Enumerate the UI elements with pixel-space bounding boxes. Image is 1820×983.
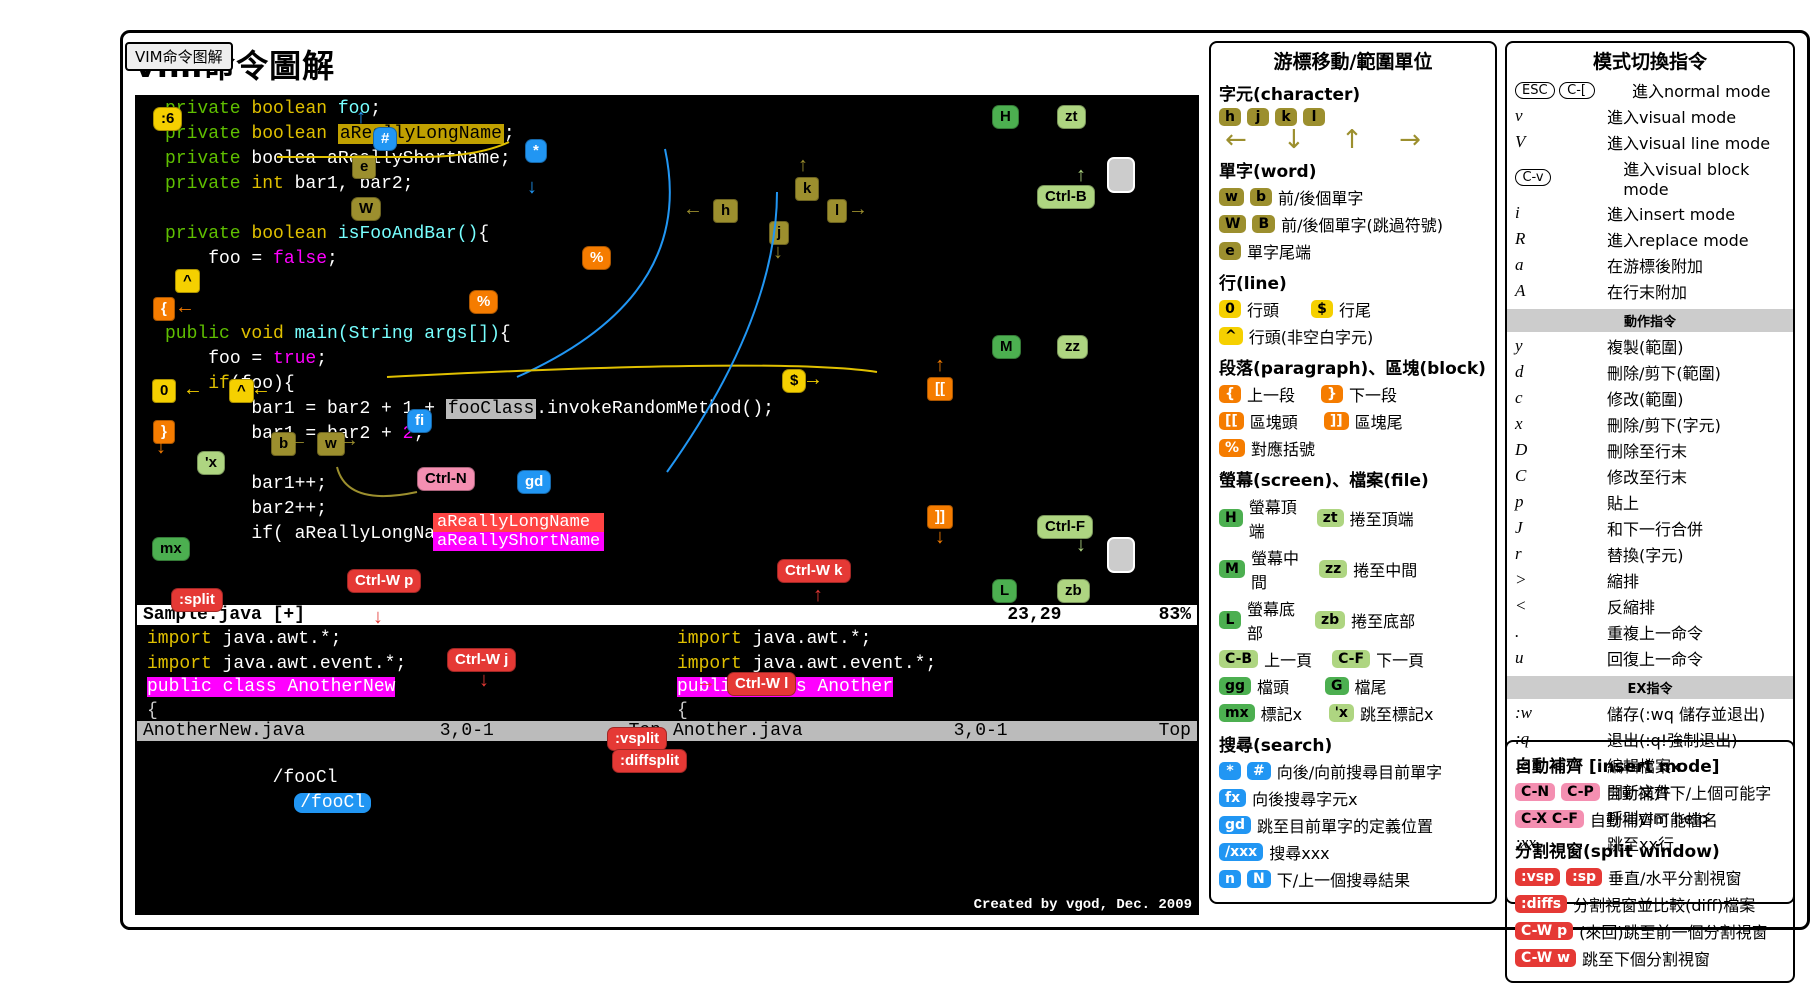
arrow-icon: → <box>343 430 355 453</box>
arrow-icon: ← <box>187 379 199 402</box>
code-line: bar1++; <box>137 472 1197 497</box>
arrow-icon: ↑ <box>1075 165 1087 188</box>
code-line: foo = true; <box>137 347 1197 372</box>
code-line <box>137 272 1197 297</box>
arrow-icon: ↓ <box>526 177 538 200</box>
status-left: AnotherNew.java3,0-1Top <box>137 721 667 741</box>
key-badge-W: W <box>351 197 381 221</box>
key-badge-h: h <box>713 199 738 223</box>
arrow-icon: ↑ <box>812 585 824 608</box>
key-badge-: ]] <box>927 505 953 529</box>
key-badge-M: M <box>992 335 1021 359</box>
arrow-icon: ↑ <box>797 155 809 178</box>
key-badge-6: :6 <box>153 107 182 131</box>
status-right: Another.java3,0-1Top <box>667 721 1197 741</box>
arrow-icon: ← <box>687 199 699 222</box>
key-badge-: * <box>525 139 547 163</box>
search-hint: /fooCl <box>294 793 371 813</box>
panel-autocomplete: 自動補齊 [insert mode] C-NC-P自動補齊下/上個可能字C-X … <box>1505 740 1795 983</box>
key-badge-H: H <box>992 105 1019 129</box>
key-badge-zt: zt <box>1057 105 1086 129</box>
key-h: h <box>1219 108 1241 126</box>
code-line: private boolean aReallyLongName; <box>137 122 1197 147</box>
code-line <box>137 297 1197 322</box>
key-badge-: % <box>582 246 611 270</box>
key-k: k <box>1275 108 1297 126</box>
key-badge-: $ <box>782 369 806 393</box>
key-badge-CtrlWp: Ctrl-W p <box>347 569 421 593</box>
key-badge-diffsplit: :diffsplit <box>612 749 687 773</box>
screen-edge-icon <box>1107 157 1135 193</box>
autocomplete-popup: aReallyLongName aReallyShortName <box>433 513 604 551</box>
key-badge-CtrlB: Ctrl-B <box>1037 185 1095 209</box>
key-badge-CtrlN: Ctrl-N <box>417 467 475 491</box>
main-frame: vim命令圖解 private boolean foo;private bool… <box>120 30 1810 930</box>
split-right: import java.awt.*;import java.awt.event.… <box>667 627 1197 677</box>
key-badge-x: 'x <box>197 451 225 475</box>
arrow-icon: ↓ <box>372 607 384 630</box>
arrow-icon: → <box>700 672 712 695</box>
diff-line-left: public class AnotherNew <box>147 677 395 697</box>
key-e: e <box>1219 242 1241 260</box>
arrow-icon: ← <box>292 430 304 453</box>
key-badge-: ^ <box>229 379 254 403</box>
code-line: private boolean foo; <box>137 97 1197 122</box>
code-editor: private boolean foo;private boolean aRea… <box>135 95 1199 915</box>
key-badge-w: w <box>317 432 345 456</box>
window-tab: VIM命令图解 <box>125 42 233 71</box>
code-line: bar1 = bar2 + 1 + fooClass.invokeRandomM… <box>137 397 1197 422</box>
key-badge-e: e <box>352 155 376 179</box>
key-badge-: { <box>153 297 175 321</box>
key-j: j <box>1247 108 1269 126</box>
key-badge-CtrlWl: Ctrl-W l <box>727 672 796 696</box>
key-badge-fi: fi <box>407 409 432 433</box>
code-line: public void main(String args[]){ <box>137 322 1197 347</box>
arrow-icon: ↑ <box>934 355 946 378</box>
key-W: W <box>1219 215 1246 233</box>
page-title: vim命令圖解 <box>135 41 1199 87</box>
credit: Created by vgod, Dec. 2009 <box>974 897 1192 913</box>
arrow-icon: → <box>852 199 864 222</box>
arrow-icon: ↓ <box>478 670 490 693</box>
arrow-icon: ↓ <box>155 437 167 460</box>
key-badge-L: L <box>992 579 1017 603</box>
panel-motion: 游標移動/範圍單位 字元(character) hjkl ← ↓ ↑ → 單字(… <box>1209 41 1497 904</box>
arrow-icon: ↑ <box>355 107 367 130</box>
code-line: foo = false; <box>137 247 1197 272</box>
key-badge-0: 0 <box>152 379 176 403</box>
status-bar: Sample.java [+] 23,29 83% <box>137 605 1197 625</box>
cmdline: /fooCl <box>273 768 338 788</box>
key-B: B <box>1252 215 1275 233</box>
key-badge-zz: zz <box>1057 335 1088 359</box>
key-badge-mx: mx <box>152 537 190 561</box>
split-left: import java.awt.*;import java.awt.event.… <box>137 627 667 677</box>
key-badge-split: :split <box>171 588 223 612</box>
key-badge-k: k <box>795 177 819 201</box>
arrow-icon: ← <box>255 379 267 402</box>
code-line: if(foo){ <box>137 372 1197 397</box>
arrow-icon: ↓ <box>772 242 784 265</box>
key-badge-gd: gd <box>517 470 551 494</box>
key-b: b <box>1250 188 1272 206</box>
key-badge-: # <box>373 127 397 151</box>
arrow-icon: ↓ <box>934 527 946 550</box>
screen-edge-icon <box>1107 537 1135 573</box>
code-line: private boolea aReallyShortName; <box>137 147 1197 172</box>
key-badge-: ^ <box>175 269 200 293</box>
arrow-icon: → <box>807 369 819 392</box>
code-line: private boolean isFooAndBar(){ <box>137 222 1197 247</box>
key-badge-CtrlWj: Ctrl-W j <box>447 648 516 672</box>
key-badge-vsplit: :vsplit <box>607 727 667 751</box>
key-badge-l: l <box>827 199 847 223</box>
key-l: l <box>1303 108 1325 126</box>
arrow-icon: ← <box>179 297 191 320</box>
key-badge-: [[ <box>927 377 953 401</box>
key-badge-zb: zb <box>1057 579 1090 603</box>
arrow-icon: ↓ <box>1075 535 1087 558</box>
key-badge-: % <box>469 290 498 314</box>
key-w: w <box>1219 188 1244 206</box>
key-badge-CtrlWk: Ctrl-W k <box>777 559 851 583</box>
